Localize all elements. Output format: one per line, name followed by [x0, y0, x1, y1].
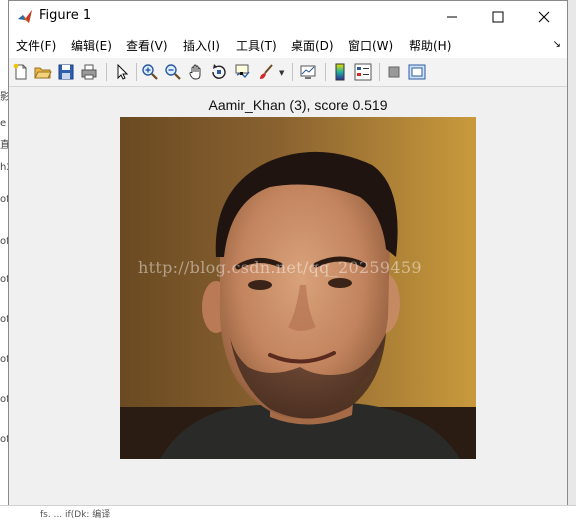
pan-hand-icon[interactable] [187, 63, 205, 81]
maximize-icon [492, 11, 504, 22]
insert-legend-icon[interactable] [354, 63, 372, 81]
rotate-3d-icon[interactable] [210, 63, 228, 81]
plot-title: Aamir_Khan (3), score 0.519 [208, 97, 388, 113]
toolbar-separator [106, 63, 107, 81]
menu-bar: 文件(F) 编辑(E) 查看(V) 插入(I) 工具(T) 桌面(D) 窗口(W… [9, 32, 567, 58]
new-figure-icon[interactable] [12, 63, 30, 81]
brush-dropdown-arrow[interactable]: ▼ [279, 69, 284, 77]
menu-view[interactable]: 查看(V) [126, 37, 168, 54]
figure-toolbar: ▼ [9, 58, 567, 87]
hide-plot-tools-icon[interactable] [385, 63, 403, 81]
menu-edit[interactable]: 编辑(E) [71, 37, 112, 54]
zoom-out-icon[interactable] [164, 63, 182, 81]
open-file-icon[interactable] [34, 63, 52, 81]
brush-icon[interactable] [257, 63, 275, 81]
print-icon[interactable] [80, 63, 98, 81]
toolbar-separator [292, 63, 293, 81]
link-plot-icon[interactable] [299, 63, 317, 81]
minimize-button[interactable] [429, 1, 475, 32]
title-bar[interactable]: Figure 1 [9, 1, 567, 32]
face-image [120, 117, 476, 459]
menu-insert[interactable]: 插入(I) [183, 37, 220, 54]
insert-colorbar-icon[interactable] [331, 63, 349, 81]
toolbar-separator [136, 63, 137, 81]
maximize-button[interactable] [475, 1, 521, 32]
toolbar-separator [325, 63, 326, 81]
data-cursor-icon[interactable] [233, 63, 251, 81]
menu-help[interactable]: 帮助(H) [409, 37, 451, 54]
menu-tools[interactable]: 工具(T) [236, 37, 277, 54]
close-button[interactable] [521, 1, 567, 32]
image-axes[interactable] [120, 117, 476, 459]
show-plot-tools-icon[interactable] [408, 63, 426, 81]
watermark-text: http://blog.csdn.net/qq_20259459 [138, 258, 422, 277]
close-icon [538, 11, 550, 22]
menu-window[interactable]: 窗口(W) [348, 37, 393, 54]
edit-plot-arrow-icon[interactable] [112, 63, 130, 81]
zoom-in-icon[interactable] [141, 63, 159, 81]
menu-overflow-arrow[interactable]: ↘ [553, 39, 561, 50]
save-icon[interactable] [57, 63, 75, 81]
menu-desktop[interactable]: 桌面(D) [291, 37, 334, 54]
background-text: e [0, 118, 7, 129]
toolbar-separator [379, 63, 380, 81]
window-title: Figure 1 [39, 8, 92, 23]
minimize-icon [447, 16, 457, 17]
background-scroll-strip [568, 0, 576, 514]
menu-file[interactable]: 文件(F) [16, 37, 56, 54]
matlab-icon [17, 9, 33, 25]
